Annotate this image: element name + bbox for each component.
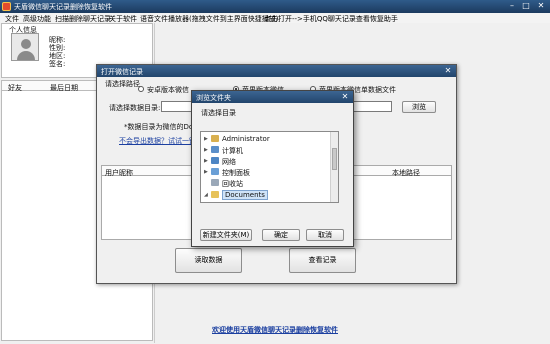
- menu-bar: 文件 高级功能 扫描删除聊天记录 关于软件 语音文件播放器(拖拽文件到主界面快捷…: [0, 13, 550, 23]
- profile-region: 地区:: [49, 52, 66, 60]
- ok-button[interactable]: 确定: [262, 229, 300, 241]
- path-section-label: 请选择路径: [105, 80, 140, 88]
- expand-arrow-icon[interactable]: ▶: [204, 158, 210, 164]
- read-data-button[interactable]: 读取数据: [175, 248, 242, 273]
- expand-arrow-icon[interactable]: ▶: [204, 147, 210, 153]
- app-title: 天盾微信聊天记录删除恢复软件: [14, 3, 112, 11]
- profile-gender: 性别:: [49, 44, 66, 52]
- tree-node-label: Documents: [222, 190, 268, 200]
- avatar: [11, 33, 39, 61]
- folder-tree[interactable]: ▶ Administrator ▶ 计算机 ▶ 网络 ▶ 控制面板 回收站 ◢ …: [200, 131, 339, 203]
- tree-node-label: Administrator: [222, 135, 270, 143]
- browse-titlebar: 浏览文件夹 ✕: [192, 91, 353, 103]
- tree-node-network[interactable]: ▶ 网络: [201, 156, 331, 167]
- view-records-button[interactable]: 查看记录: [289, 248, 356, 273]
- folder-icon: [211, 191, 219, 198]
- expand-arrow-icon[interactable]: ▶: [204, 169, 210, 175]
- new-folder-button[interactable]: 新建文件夹(M): [200, 229, 252, 241]
- tree-node-label: 控制面板: [222, 169, 250, 177]
- main-titlebar: 天盾微信聊天记录删除恢复软件 – □ ✕: [0, 0, 550, 13]
- minimize-button[interactable]: –: [505, 1, 519, 11]
- maximize-button[interactable]: □: [519, 1, 533, 11]
- browse-button[interactable]: 浏览: [402, 101, 436, 113]
- dialog-title: 打开微信记录: [101, 68, 143, 76]
- close-button[interactable]: ✕: [534, 1, 548, 11]
- footer-link[interactable]: 欢迎使用天盾微信聊天记录删除恢复软件: [212, 325, 338, 335]
- radio-android-label[interactable]: 安卓版本微信: [147, 85, 189, 95]
- tree-node-recycle-bin[interactable]: 回收站: [201, 178, 331, 189]
- avatar-head-icon: [21, 39, 31, 49]
- cancel-button[interactable]: 取消: [306, 229, 344, 241]
- dialog-close-button[interactable]: ✕: [442, 66, 454, 76]
- tree-node-documents[interactable]: ◢ Documents: [201, 190, 331, 201]
- tree-scrollbar[interactable]: [330, 132, 338, 202]
- browse-prompt: 请选择目录: [201, 109, 236, 117]
- profile-signature: 签名:: [49, 60, 66, 68]
- tree-node-administrator[interactable]: ▶ Administrator: [201, 134, 331, 145]
- dialog-titlebar: 打开微信记录 ✕: [97, 65, 456, 77]
- browse-close-button[interactable]: ✕: [339, 92, 351, 102]
- tree-node-control-panel[interactable]: ▶ 控制面板: [201, 167, 331, 178]
- recycle-bin-icon: [211, 179, 219, 186]
- browse-folder-dialog: 浏览文件夹 ✕ 请选择目录 ▶ Administrator ▶ 计算机 ▶ 网络…: [191, 90, 354, 247]
- profile-nickname: 昵称:: [49, 36, 66, 44]
- network-icon: [211, 157, 219, 164]
- browse-title: 浏览文件夹: [196, 94, 231, 102]
- tree-node-computer[interactable]: ▶ 计算机: [201, 145, 331, 156]
- collapse-arrow-icon[interactable]: ◢: [204, 192, 210, 198]
- expand-arrow-icon[interactable]: ▶: [204, 136, 210, 142]
- radio-android[interactable]: [138, 86, 144, 92]
- control-panel-icon: [211, 168, 219, 175]
- computer-icon: [211, 146, 219, 153]
- data-dir-label: 请选择数据目录:: [109, 104, 161, 112]
- tree-node-label: 回收站: [222, 180, 243, 188]
- tree-scrollbar-thumb[interactable]: [332, 148, 337, 170]
- app-icon: [2, 2, 11, 11]
- tree-node-label: 计算机: [222, 147, 243, 155]
- tree-node-label: 网络: [222, 158, 236, 166]
- user-folder-icon: [211, 135, 219, 142]
- avatar-body-icon: [17, 51, 35, 60]
